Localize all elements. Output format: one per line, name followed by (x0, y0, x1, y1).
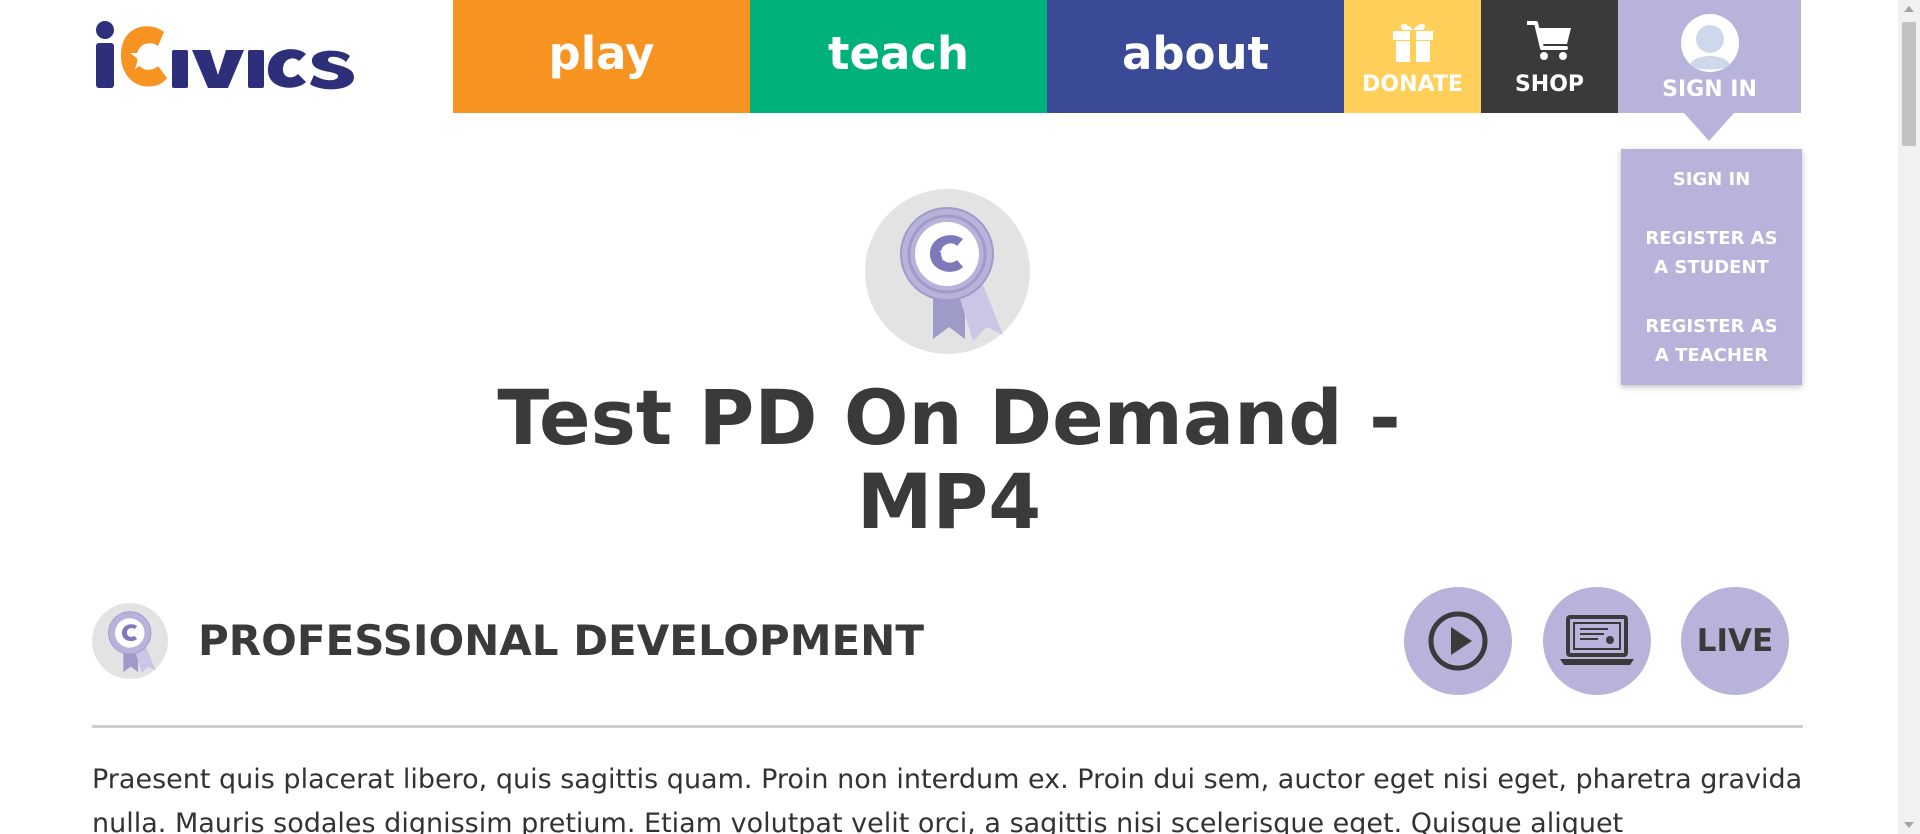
cart-icon (1526, 16, 1573, 62)
nav-shop[interactable]: SHOP (1481, 0, 1618, 113)
play-circle-icon (1428, 611, 1488, 671)
nav-donate-label: DONATE (1362, 72, 1463, 97)
page-scrollbar[interactable] (1898, 0, 1920, 834)
live-format-button[interactable]: LIVE (1681, 587, 1789, 695)
page-title: Test PD On Demand - MP4 (497, 373, 1401, 546)
dropdown-sign-in[interactable]: SIGN IN (1637, 165, 1787, 194)
nav-teach[interactable]: teach (750, 0, 1047, 113)
online-course-button[interactable] (1543, 587, 1651, 695)
live-label: LIVE (1696, 623, 1774, 659)
nav-shop-label: SHOP (1514, 72, 1585, 97)
nav-about[interactable]: about (1047, 0, 1344, 113)
main-nav: play teach about DONATE SHOP SIGN IN (453, 0, 1801, 141)
user-avatar-icon (1680, 11, 1740, 73)
nav-donate[interactable]: DONATE (1344, 0, 1481, 113)
signin-dropdown: SIGN IN REGISTER AS A STUDENT REGISTER A… (1621, 149, 1802, 385)
description-text: Praesent quis placerat libero, quis sagi… (92, 764, 1803, 834)
pd-ribbon-icon (865, 189, 1030, 354)
dropdown-register-teacher[interactable]: REGISTER AS A TEACHER (1637, 312, 1787, 370)
page: iCivics play teach about (0, 0, 1898, 834)
scroll-down-arrow-icon[interactable] (1904, 822, 1914, 828)
gift-icon (1391, 16, 1435, 62)
scroll-thumb[interactable] (1902, 22, 1916, 146)
signin-caret (1684, 113, 1734, 141)
section-divider (92, 725, 1803, 728)
scroll-up-arrow-icon[interactable] (1904, 6, 1914, 12)
nav-play[interactable]: play (453, 0, 750, 113)
section-title: PROFESSIONAL DEVELOPMENT (198, 616, 924, 665)
dropdown-register-student[interactable]: REGISTER AS A STUDENT (1637, 224, 1787, 282)
nav-signin-label: SIGN IN (1662, 77, 1757, 102)
section-ribbon-icon (92, 603, 168, 679)
video-format-button[interactable] (1404, 587, 1512, 695)
nav-signin[interactable]: SIGN IN (1618, 0, 1801, 141)
icivics-logo[interactable]: iCivics (92, 20, 376, 90)
laptop-certificate-icon (1560, 615, 1634, 665)
